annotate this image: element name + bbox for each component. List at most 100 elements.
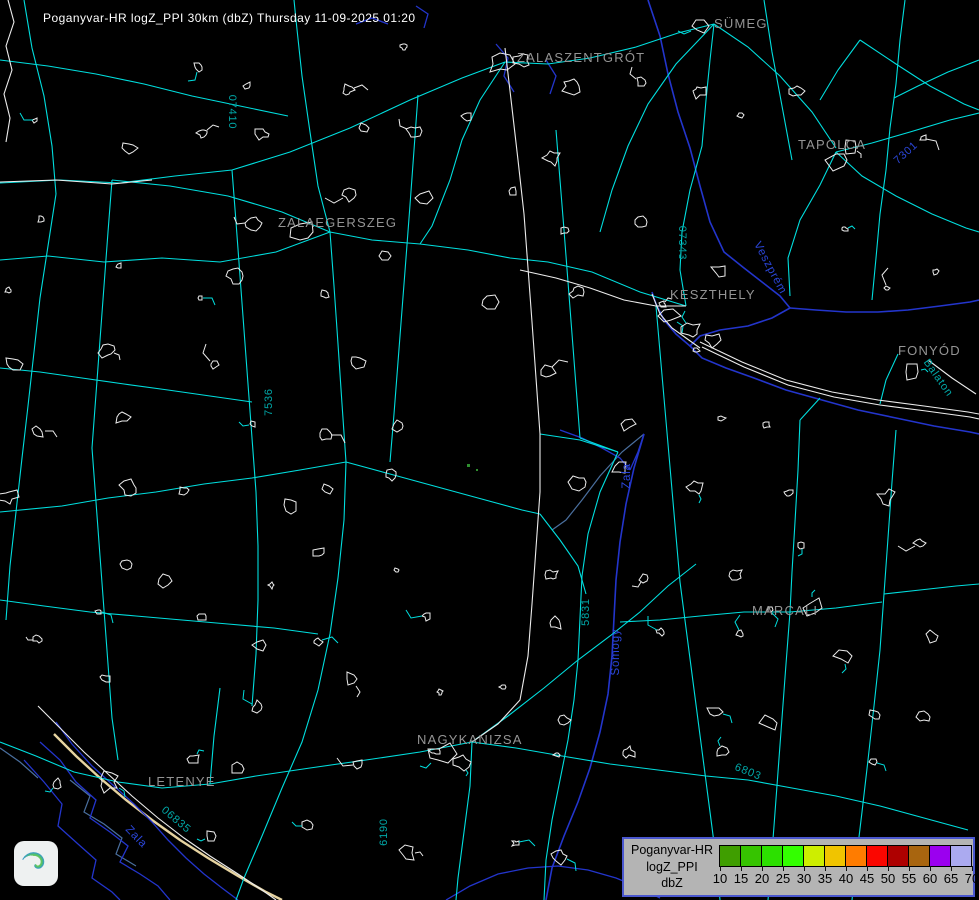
settlement-outline — [268, 582, 274, 589]
road-line — [820, 40, 860, 100]
legend-tick-label: 30 — [797, 871, 811, 886]
road-spur-line — [243, 690, 252, 704]
road-spur-line — [26, 637, 33, 640]
road-line — [0, 368, 252, 402]
road-spur-line — [857, 151, 861, 158]
legend-swatch — [804, 846, 825, 866]
stream-line — [70, 780, 136, 866]
lake-border-line — [546, 434, 644, 900]
road-number-label: 07343 — [676, 226, 688, 261]
road-line — [852, 430, 896, 900]
settlement-outline — [322, 484, 333, 494]
road-spur-line — [203, 298, 215, 305]
settlement-outline — [252, 700, 262, 713]
road-spur-line — [406, 610, 422, 618]
road-spur-line — [682, 311, 686, 323]
legend-swatch — [951, 846, 971, 866]
settlement-outline — [763, 422, 770, 428]
road-number-label: 07410 — [226, 95, 238, 130]
road-line — [0, 62, 505, 183]
radar-spiral-logo — [14, 841, 58, 886]
road-line — [714, 24, 836, 148]
river-line — [560, 430, 630, 470]
settlement-outline — [284, 499, 296, 514]
road-spur-line — [723, 714, 732, 723]
settlement-outline — [5, 287, 11, 293]
road-spur-line — [325, 198, 343, 203]
settlement-outline — [693, 87, 706, 99]
dbz-color-scale: 10152025303540455055606570 — [719, 845, 974, 895]
road-spur-line — [848, 226, 855, 229]
road-line — [788, 152, 836, 296]
legend-tick-label: 50 — [881, 871, 895, 886]
legend-swatch — [867, 846, 888, 866]
settlement-outline — [884, 286, 890, 290]
settlement-outline — [255, 129, 269, 140]
settlement-outline — [313, 548, 324, 556]
settlement-outline — [243, 82, 250, 89]
road-spur-line — [677, 322, 683, 333]
settlement-outline — [347, 672, 357, 685]
road-line — [330, 232, 686, 306]
road-spur-line — [632, 582, 641, 587]
road-spur-line — [648, 616, 657, 630]
road-line — [420, 62, 505, 244]
legend-tick-label: 20 — [755, 871, 769, 886]
road-line — [880, 354, 898, 404]
road-line — [894, 60, 979, 98]
settlement-outline — [6, 358, 23, 370]
road-spur-line — [197, 750, 204, 754]
settlement-outline — [38, 216, 44, 222]
town-outline — [692, 20, 709, 33]
settlement-outline — [562, 79, 580, 95]
color-swatch-row — [719, 845, 972, 867]
settlement-outline — [656, 628, 664, 636]
settlement-outline — [842, 227, 848, 231]
city-label: SÜMEG — [714, 16, 768, 31]
settlement-outline — [499, 685, 506, 689]
river-line — [56, 722, 238, 900]
settlement-outline — [639, 574, 648, 583]
road-number-label: 6190 — [378, 818, 390, 846]
road-line — [540, 514, 586, 594]
road-spur-line — [292, 822, 302, 826]
settlement-outline — [437, 689, 443, 695]
road-line — [0, 462, 346, 512]
river-line — [416, 6, 428, 28]
settlement-outline — [98, 344, 115, 358]
road-spur-line — [798, 549, 802, 556]
settlement-outline — [718, 416, 726, 421]
settlement-outline — [877, 489, 895, 506]
settlement-outline — [100, 675, 110, 682]
settlement-outline — [920, 135, 926, 140]
settlement-outline — [798, 542, 804, 549]
settlement-outline — [211, 361, 219, 369]
road-spur-line — [552, 360, 568, 367]
settlement-outline — [512, 841, 519, 846]
settlement-outline — [196, 130, 207, 138]
spiral-icon — [14, 841, 58, 886]
settlement-outline — [158, 574, 172, 588]
settlement-outline — [353, 760, 362, 769]
legend-product-name: logZ_PPI — [626, 859, 718, 876]
settlement-outline — [122, 143, 138, 154]
settlement-outline — [621, 419, 636, 431]
settlement-outline — [116, 412, 131, 423]
settlement-outline — [869, 710, 880, 719]
legend-tick-label: 60 — [923, 871, 937, 886]
city-label: KESZTHELY — [670, 287, 756, 302]
road-spur-line — [567, 859, 576, 871]
road-spur-line — [812, 590, 815, 597]
settlement-outline — [509, 187, 516, 195]
settlement-outline — [717, 746, 729, 756]
settlement-outline — [415, 191, 433, 204]
road-line — [884, 584, 979, 594]
road-spur-line — [898, 546, 915, 551]
settlement-outline — [0, 490, 19, 504]
road-spur-line — [926, 139, 939, 150]
road-spur-line — [20, 113, 33, 120]
river-line — [546, 60, 556, 94]
town-outline — [453, 755, 471, 771]
road-line — [92, 180, 112, 448]
legend-swatch — [909, 846, 930, 866]
